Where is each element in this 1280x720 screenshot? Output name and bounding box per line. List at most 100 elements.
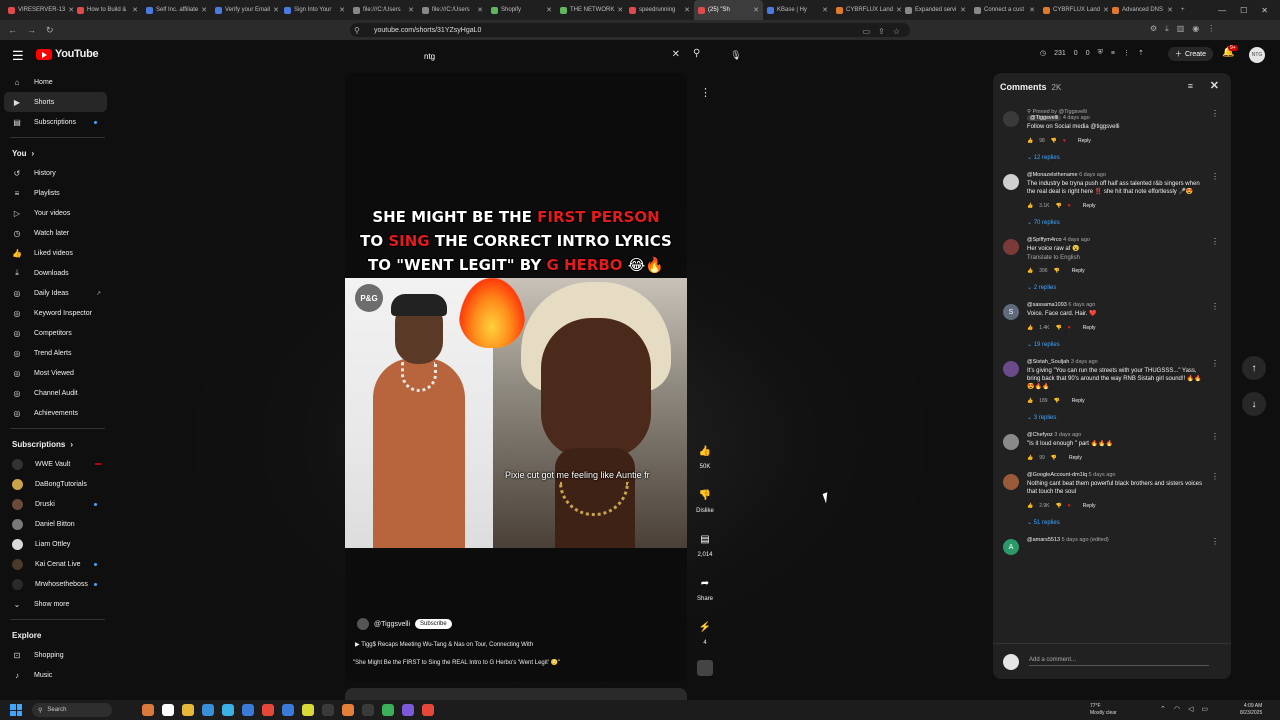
comment-time[interactable]: 6 days ago bbox=[1068, 302, 1095, 308]
sound-action[interactable] bbox=[690, 660, 720, 704]
view-replies-button[interactable]: ⌄ 19 replies bbox=[1027, 341, 1207, 349]
sidebar-item-shorts[interactable]: ▶ Shorts bbox=[4, 92, 107, 112]
download-icon[interactable]: ⤓ bbox=[1165, 24, 1169, 34]
browser-tab[interactable]: (25) "Sh ✕ bbox=[694, 0, 763, 20]
browser-tab[interactable]: Shopify ✕ bbox=[487, 0, 556, 20]
cast-icon[interactable]: ▭ bbox=[863, 27, 871, 36]
minimize-icon[interactable]: — bbox=[1218, 6, 1226, 15]
close-window-icon[interactable]: ✕ bbox=[1261, 6, 1268, 15]
taskbar-app-icon[interactable] bbox=[162, 704, 174, 716]
tab-close-icon[interactable]: ✕ bbox=[1029, 6, 1035, 14]
sidebar-item-your-videos[interactable]: ▷ Your videos bbox=[4, 203, 107, 223]
sidebar-item-competitors[interactable]: ◎ Competitors bbox=[4, 323, 107, 343]
commenter-avatar[interactable] bbox=[1003, 174, 1019, 190]
channel-avatar[interactable] bbox=[357, 618, 369, 630]
comment-kebab-icon[interactable]: ⋮ bbox=[1211, 302, 1219, 311]
comment-dislike-icon[interactable]: 👎 bbox=[1054, 268, 1060, 274]
sidebar-item-druski[interactable]: Druski bbox=[4, 494, 107, 514]
comment-author[interactable]: @Monazelsthename bbox=[1027, 172, 1078, 178]
taskbar-app-icon[interactable] bbox=[242, 704, 254, 716]
weather-widget[interactable]: 77°F Mostly clear bbox=[1090, 703, 1117, 717]
comment-like-icon[interactable]: 👍 bbox=[1027, 325, 1033, 331]
commenter-avatar[interactable]: A bbox=[1003, 539, 1019, 555]
reload-icon[interactable]: ↻ bbox=[46, 25, 54, 36]
browser-tab[interactable]: How to Build & ✕ bbox=[73, 0, 142, 20]
comment-dislike-icon[interactable]: 👎 bbox=[1054, 398, 1060, 404]
wifi-icon[interactable]: ◠ bbox=[1174, 705, 1180, 713]
sidebar-item-daily-ideas[interactable]: ◎ Daily Ideas ↗ bbox=[4, 283, 107, 303]
tab-close-icon[interactable]: ✕ bbox=[822, 6, 828, 14]
share-action[interactable]: ➦ Share bbox=[690, 572, 720, 616]
comment-kebab-icon[interactable]: ⋮ bbox=[1211, 172, 1219, 181]
create-button[interactable]: ＋ Create bbox=[1168, 47, 1214, 61]
comment-kebab-icon[interactable]: ⋮ bbox=[1211, 109, 1219, 118]
upload-icon[interactable]: ⇡ bbox=[1138, 49, 1144, 57]
taskbar-app-icon[interactable] bbox=[282, 704, 294, 716]
comment-author[interactable]: @Tiggsvelli bbox=[1027, 115, 1062, 121]
sort-icon[interactable]: ≡ bbox=[1188, 81, 1193, 91]
browser-tab[interactable]: Connect a cust ✕ bbox=[970, 0, 1039, 20]
comment-dislike-icon[interactable]: 👎 bbox=[1051, 138, 1057, 144]
site-info-icon[interactable]: ⚲ bbox=[354, 26, 360, 35]
taskbar-app-icon[interactable] bbox=[262, 704, 274, 716]
commenter-avatar[interactable] bbox=[1003, 239, 1019, 255]
browser-tab[interactable]: Self Inc. affiliate ✕ bbox=[142, 0, 211, 20]
tab-close-icon[interactable]: ✕ bbox=[753, 6, 759, 14]
search-icon[interactable]: ⚲ bbox=[693, 48, 700, 59]
view-replies-button[interactable]: ⌄ 2 replies bbox=[1027, 284, 1207, 292]
tab-close-icon[interactable]: ✕ bbox=[546, 6, 552, 14]
view-replies-button[interactable]: ⌄ 12 replies bbox=[1027, 154, 1207, 162]
next-short-preview[interactable] bbox=[345, 688, 687, 700]
taskbar-app-icon[interactable] bbox=[202, 704, 214, 716]
video-description[interactable]: ▶ Tigg$ Recaps Meeting Wu-Tang & Nas on … bbox=[355, 641, 533, 648]
browser-tab[interactable]: speedrunning ✕ bbox=[625, 0, 694, 20]
next-short-button[interactable]: ↓ bbox=[1242, 392, 1266, 416]
sidebar-item-most-viewed[interactable]: ◎ Most Viewed bbox=[4, 363, 107, 383]
forward-icon[interactable]: → bbox=[27, 25, 36, 35]
hamburger-menu-icon[interactable]: ☰ bbox=[12, 48, 24, 64]
sidebar-item-liam-ottley[interactable]: Liam Ottley bbox=[4, 534, 107, 554]
taskbar-app-icon[interactable] bbox=[222, 704, 234, 716]
commenter-avatar[interactable] bbox=[1003, 434, 1019, 450]
chevron-up-icon[interactable]: ⌃ bbox=[1160, 705, 1166, 713]
comment-dislike-icon[interactable]: 👎 bbox=[1056, 503, 1062, 509]
browser-tab[interactable]: Verify your Email ✕ bbox=[211, 0, 280, 20]
sidebar-subscriptions-header[interactable]: Subscriptions › bbox=[0, 434, 115, 454]
commenter-avatar[interactable]: S bbox=[1003, 304, 1019, 320]
sidebar-item-kai-cenat-live[interactable]: Kai Cenat Live bbox=[4, 554, 107, 574]
sidebar-item-history[interactable]: ↺ History bbox=[4, 163, 107, 183]
browser-tab[interactable]: file:///C:/Users ✕ bbox=[349, 0, 418, 20]
profile-icon[interactable]: ◉ bbox=[1192, 24, 1199, 34]
tab-close-icon[interactable]: ✕ bbox=[684, 6, 690, 14]
comment-time[interactable]: 5 days ago (edited) bbox=[1062, 537, 1109, 543]
reply-button[interactable]: Reply bbox=[1078, 138, 1091, 144]
reply-button[interactable]: Reply bbox=[1083, 325, 1096, 331]
battery-icon[interactable]: ▭ bbox=[1201, 705, 1208, 713]
view-replies-button[interactable]: ⌄ 3 replies bbox=[1027, 414, 1207, 422]
menu-kebab-icon[interactable]: ⋮ bbox=[1207, 24, 1215, 34]
taskbar-app-icon[interactable] bbox=[302, 704, 314, 716]
comment-author[interactable]: @Chefyoz bbox=[1027, 432, 1053, 438]
comment-time[interactable]: 6 days ago bbox=[1079, 172, 1106, 178]
comment-dislike-icon[interactable]: 👎 bbox=[1056, 325, 1062, 331]
list-icon[interactable]: ≡ bbox=[1111, 50, 1115, 57]
commenter-avatar[interactable] bbox=[1003, 474, 1019, 490]
comment-kebab-icon[interactable]: ⋮ bbox=[1211, 432, 1219, 441]
stats-kebab-icon[interactable]: ⋮ bbox=[1123, 49, 1130, 57]
tab-close-icon[interactable]: ✕ bbox=[960, 6, 966, 14]
browser-tab[interactable]: Advanced DNS ✕ bbox=[1108, 0, 1177, 20]
taskbar-app-icon[interactable] bbox=[342, 704, 354, 716]
sidebar-item-dabongtutorials[interactable]: DaBongTutorials bbox=[4, 474, 107, 494]
windows-start-icon[interactable] bbox=[10, 704, 22, 716]
sidebar-you-header[interactable]: You › bbox=[0, 143, 115, 163]
account-avatar[interactable]: NTG bbox=[1249, 47, 1265, 63]
browser-tab[interactable]: CYBRFLUX Land ✕ bbox=[1039, 0, 1108, 20]
sidebar-item-home[interactable]: ⌂ Home bbox=[4, 72, 107, 92]
remix-action[interactable]: ⚡ 4 bbox=[690, 616, 720, 660]
browser-tab[interactable]: file:///C:/Users ✕ bbox=[418, 0, 487, 20]
tab-close-icon[interactable]: ✕ bbox=[617, 6, 623, 14]
volume-icon[interactable]: ◁ bbox=[1188, 705, 1193, 713]
comment-like-icon[interactable]: 👍 bbox=[1027, 503, 1033, 509]
comment-kebab-icon[interactable]: ⋮ bbox=[1211, 237, 1219, 246]
taskbar-clock[interactable]: 4:09 AM 8/23/2025 bbox=[1240, 703, 1262, 717]
